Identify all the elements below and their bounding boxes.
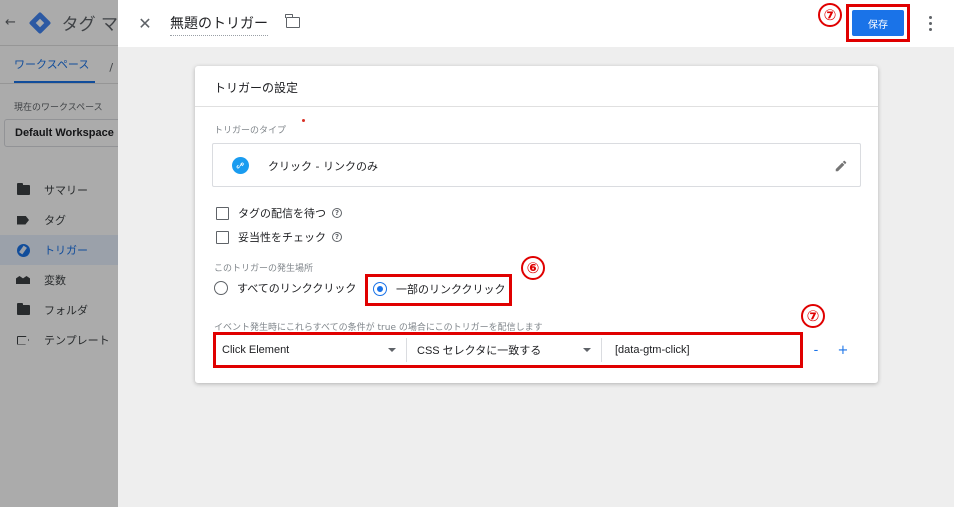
condition-value-input[interactable]: [data-gtm-click] (615, 338, 795, 362)
more-vert-icon[interactable] (924, 12, 936, 34)
trigger-config-card: トリガーの設定 トリガーのタイプ クリック - リンクのみ タグの配信を待つ ?… (195, 66, 878, 383)
wait-for-tags-label: タグの配信を待つ (238, 207, 326, 220)
folder-icon[interactable] (285, 14, 300, 28)
radio-some-link-clicks[interactable]: 一部のリンククリック (373, 281, 506, 297)
check-validation-checkbox[interactable] (216, 230, 229, 244)
card-title: トリガーの設定 (214, 81, 299, 95)
step-marker-radio: ⑥ (521, 256, 545, 280)
trigger-type-label: トリガーのタイプ (214, 126, 287, 136)
fire-on-label: このトリガーの発生場所 (214, 264, 314, 274)
chevron-down-icon (388, 348, 396, 352)
chevron-down-icon (583, 348, 591, 352)
condition-operator-value: CSS セレクタに一致する (417, 345, 542, 357)
wait-for-tags-checkbox[interactable] (216, 206, 229, 220)
required-indicator (302, 119, 305, 122)
condition-operator-select[interactable]: CSS セレクタに一致する (417, 338, 602, 362)
help-icon[interactable]: ? (332, 208, 342, 218)
check-validation-row[interactable]: 妥当性をチェック ? (216, 229, 342, 245)
trigger-editor-panel: ✕ 無題のトリガー ⑦ 保存 トリガーの設定 トリガーのタイプ クリック - リ… (118, 0, 954, 507)
link-icon (232, 157, 249, 174)
remove-condition-button[interactable]: - (809, 340, 823, 360)
trigger-type-selector[interactable]: クリック - リンクのみ (212, 143, 861, 187)
pencil-icon[interactable] (834, 158, 848, 172)
panel-header: ✕ 無題のトリガー ⑦ 保存 (118, 0, 954, 47)
condition-value-text: [data-gtm-click] (615, 344, 690, 356)
modal-scrim[interactable] (0, 0, 118, 507)
add-condition-button[interactable]: + (836, 340, 850, 360)
check-validation-label: 妥当性をチェック (238, 231, 326, 244)
close-icon[interactable]: ✕ (134, 12, 156, 34)
radio-all-link-clicks[interactable]: すべてのリンククリック (214, 280, 356, 296)
save-button[interactable]: 保存 (852, 10, 904, 36)
help-icon[interactable]: ? (332, 232, 342, 242)
wait-for-tags-row[interactable]: タグの配信を待つ ? (216, 205, 342, 221)
step-marker-condition: ⑦ (801, 304, 825, 328)
trigger-name-field[interactable]: 無題のトリガー (170, 13, 268, 36)
radio-some-link-clicks-button[interactable] (373, 282, 387, 296)
divider (195, 106, 878, 107)
condition-variable-value: Click Element (222, 344, 290, 356)
trigger-type-value: クリック - リンクのみ (268, 160, 378, 173)
step-marker-save: ⑦ (818, 3, 842, 27)
condition-variable-select[interactable]: Click Element (222, 338, 407, 362)
radio-all-link-clicks-label: すべてのリンククリック (237, 282, 357, 295)
radio-all-link-clicks-button[interactable] (214, 281, 228, 295)
radio-some-link-clicks-label: 一部のリンククリック (396, 283, 506, 296)
